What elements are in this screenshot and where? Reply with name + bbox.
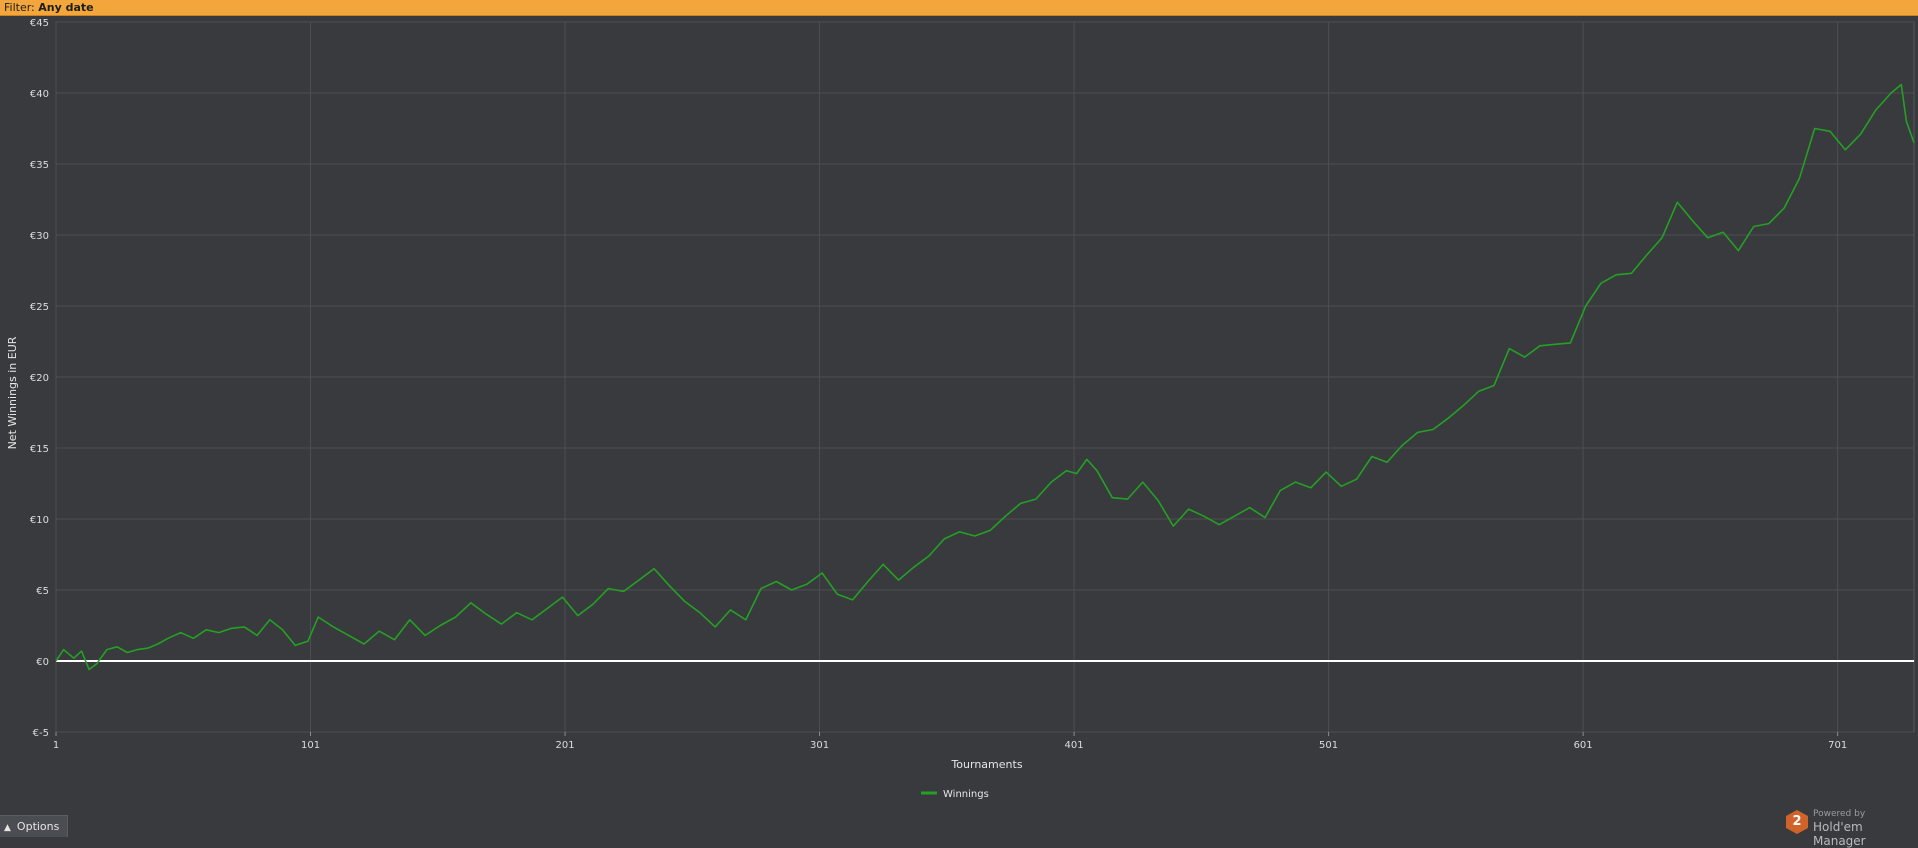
y-tick-label: €15 <box>30 444 49 455</box>
powered-by-brand: 2 Powered by Hold'em Manager <box>1786 807 1916 848</box>
x-tick-label: 1 <box>53 740 59 751</box>
grid-lines <box>55 21 1915 736</box>
product-name: Hold'em Manager <box>1813 820 1866 848</box>
y-tick-label: €20 <box>30 373 49 384</box>
x-tick-label: 101 <box>301 740 320 751</box>
chevron-up-icon: ▲ <box>4 823 11 833</box>
legend[interactable]: Winnings <box>921 789 989 800</box>
y-tick-label: €35 <box>30 160 49 171</box>
y-axis-ticks: €-5 €0 €5 €10 €15 €20 €25 €30 €35 €40 €45 <box>30 18 49 739</box>
y-tick-label: €5 <box>36 586 49 597</box>
x-tick-label: 501 <box>1319 740 1338 751</box>
y-axis-label: Net Winnings in EUR <box>6 336 19 449</box>
x-tick-label: 601 <box>1574 740 1593 751</box>
y-tick-label: €-5 <box>33 728 49 739</box>
legend-label-winnings: Winnings <box>943 789 989 800</box>
filter-bar[interactable]: Filter: Any date <box>0 0 1918 16</box>
y-tick-label: €0 <box>36 657 49 668</box>
y-tick-label: €40 <box>30 89 49 100</box>
x-tick-label: 701 <box>1828 740 1847 751</box>
y-tick-label: €10 <box>30 515 49 526</box>
x-axis-label: Tournaments <box>950 758 1022 771</box>
y-tick-label: €25 <box>30 302 49 313</box>
filter-label: Filter: <box>4 1 35 14</box>
x-tick-label: 201 <box>555 740 574 751</box>
options-button[interactable]: ▲ Options <box>0 815 68 837</box>
x-tick-label: 401 <box>1065 740 1084 751</box>
powered-by-text: Powered by <box>1813 809 1866 819</box>
hem-logo-icon: 2 <box>1786 810 1808 834</box>
y-tick-label: €30 <box>30 231 49 242</box>
x-axis-ticks: 1 101 201 301 401 501 601 701 <box>53 740 1847 751</box>
winnings-chart: 1 101 201 301 401 501 601 701 €-5€0€5€10€15€20€… <box>6 18 1915 800</box>
options-label: Options <box>16 820 60 833</box>
y-tick-label: €45 <box>30 18 49 29</box>
filter-value[interactable]: Any date <box>38 1 93 14</box>
x-tick-label: 301 <box>810 740 829 751</box>
